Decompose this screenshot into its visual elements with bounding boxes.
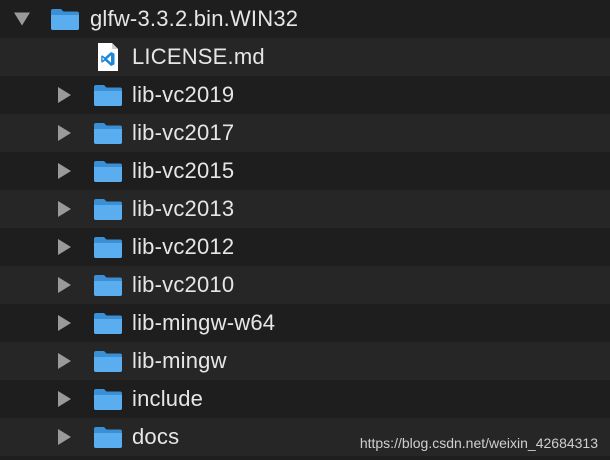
folder-icon <box>94 313 122 334</box>
folder-icon <box>94 275 122 296</box>
chevron-right-icon[interactable] <box>58 353 71 369</box>
chevron-right-icon[interactable] <box>58 163 71 179</box>
file-tree: glfw-3.3.2.bin.WIN32 LICENSE.md lib-vc20… <box>0 0 610 456</box>
tree-row-folder[interactable]: lib-vc2010 <box>0 266 610 304</box>
tree-row-folder[interactable]: include <box>0 380 610 418</box>
chevron-right-icon[interactable] <box>58 391 71 407</box>
tree-row-folder[interactable]: lib-vc2013 <box>0 190 610 228</box>
tree-row-label: lib-vc2019 <box>132 82 235 107</box>
vscode-file-icon <box>98 43 118 71</box>
chevron-down-icon[interactable] <box>14 12 30 26</box>
tree-row-label: lib-mingw <box>132 348 227 373</box>
folder-icon <box>94 85 122 106</box>
chevron-right-icon[interactable] <box>58 315 71 331</box>
folder-icon <box>94 123 122 144</box>
folder-icon <box>94 389 122 410</box>
tree-row-folder[interactable]: lib-vc2017 <box>0 114 610 152</box>
tree-row-label: lib-vc2012 <box>132 234 235 259</box>
tree-row-label: glfw-3.3.2.bin.WIN32 <box>90 6 299 31</box>
tree-row-label: lib-vc2010 <box>132 272 235 297</box>
chevron-right-icon[interactable] <box>58 277 71 293</box>
folder-icon <box>94 199 122 220</box>
tree-row-label: lib-vc2015 <box>132 158 235 183</box>
folder-icon <box>94 161 122 182</box>
tree-row-label: lib-vc2017 <box>132 120 235 145</box>
tree-row-root[interactable]: glfw-3.3.2.bin.WIN32 <box>0 0 610 38</box>
tree-row-folder[interactable]: lib-vc2019 <box>0 76 610 114</box>
chevron-right-icon[interactable] <box>58 239 71 255</box>
tree-row-folder[interactable]: lib-mingw-w64 <box>0 304 610 342</box>
chevron-right-icon[interactable] <box>58 87 71 103</box>
tree-row-label: lib-vc2013 <box>132 196 235 221</box>
tree-row-label: include <box>132 386 204 411</box>
folder-icon <box>94 237 122 258</box>
chevron-right-icon[interactable] <box>58 201 71 217</box>
chevron-right-icon[interactable] <box>58 125 71 141</box>
tree-row-folder[interactable]: lib-vc2015 <box>0 152 610 190</box>
tree-row-label: lib-mingw-w64 <box>132 310 276 335</box>
tree-row-folder[interactable]: lib-vc2012 <box>0 228 610 266</box>
tree-row-file[interactable]: LICENSE.md <box>0 38 610 76</box>
tree-row-label: docs <box>132 424 180 449</box>
chevron-right-icon[interactable] <box>58 429 71 445</box>
folder-icon <box>51 9 79 30</box>
tree-row-folder[interactable]: lib-mingw <box>0 342 610 380</box>
folder-icon <box>94 427 122 448</box>
folder-icon <box>94 351 122 372</box>
watermark-text: https://blog.csdn.net/weixin_42684313 <box>359 435 598 451</box>
tree-row-label: LICENSE.md <box>132 44 265 69</box>
